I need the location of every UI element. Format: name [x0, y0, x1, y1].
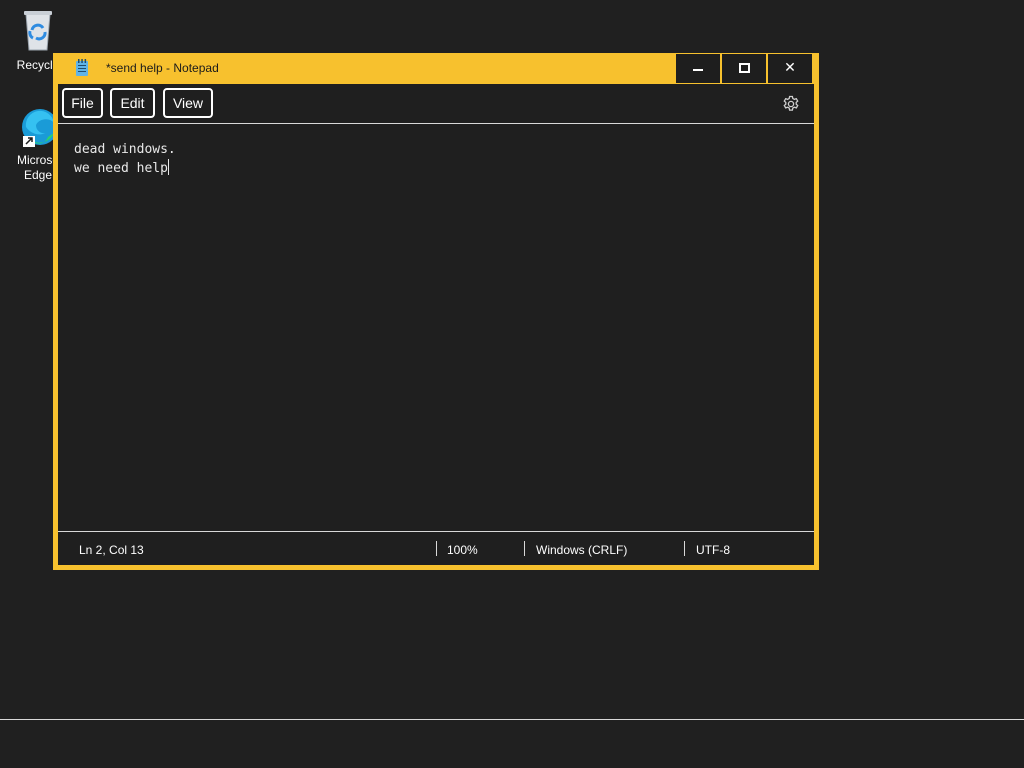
editor-line-1: dead windows. — [74, 142, 176, 157]
editor-line-2: we need help — [74, 161, 168, 176]
maximize-button[interactable] — [722, 54, 766, 83]
notepad-window: *send help - Notepad ✕ File Edit View de… — [53, 53, 819, 570]
desktop: Recycle Microso Edge *send help - Notepa… — [0, 0, 1024, 768]
window-client-area: File Edit View dead windows. we need hel… — [58, 84, 814, 565]
status-zoom: 100% — [447, 543, 478, 557]
status-divider — [436, 541, 437, 556]
taskbar[interactable] — [0, 720, 1024, 768]
window-title: *send help - Notepad — [106, 61, 219, 75]
status-divider — [684, 541, 685, 556]
status-cursor-position: Ln 2, Col 13 — [79, 543, 144, 557]
status-bar: Ln 2, Col 13 100% Windows (CRLF) UTF-8 — [58, 532, 814, 565]
status-line-ending: Windows (CRLF) — [536, 543, 628, 557]
text-caret — [167, 159, 169, 175]
minimize-icon — [693, 69, 703, 71]
status-encoding: UTF-8 — [696, 543, 730, 557]
menu-bar: File Edit View — [58, 84, 814, 124]
title-bar[interactable]: *send help - Notepad ✕ — [53, 53, 819, 84]
gear-icon[interactable] — [782, 95, 800, 113]
status-divider — [524, 541, 525, 556]
maximize-icon — [739, 63, 750, 73]
text-editor[interactable]: dead windows. we need help — [58, 124, 814, 532]
close-icon: ✕ — [784, 60, 796, 76]
minimize-button[interactable] — [676, 54, 720, 83]
close-button[interactable]: ✕ — [768, 54, 812, 83]
notepad-icon — [76, 59, 88, 76]
recycle-bin-icon — [18, 8, 58, 52]
menu-view[interactable]: View — [163, 88, 213, 118]
editor-content[interactable]: dead windows. we need help — [74, 141, 176, 178]
menu-file[interactable]: File — [62, 88, 103, 118]
edge-icon — [18, 103, 58, 147]
menu-edit[interactable]: Edit — [110, 88, 155, 118]
